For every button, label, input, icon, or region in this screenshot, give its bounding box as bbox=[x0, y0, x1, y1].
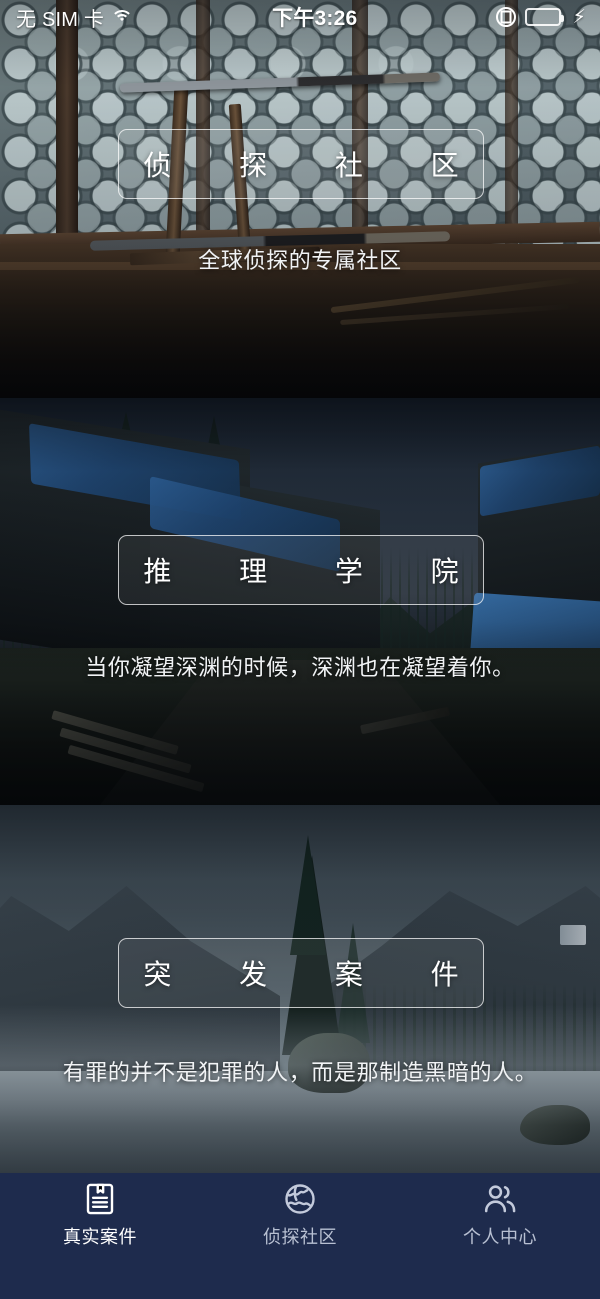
status-bar-right: ⚡ bbox=[496, 7, 600, 27]
book-document-icon bbox=[86, 1183, 114, 1215]
app-screen: 无 SIM 卡 下午3:26 ⚡ 侦 探 社 区 全球侦探的专属社区 推 理 学… bbox=[0, 0, 600, 1299]
tab-label: 个人中心 bbox=[463, 1227, 537, 1247]
globe-icon bbox=[285, 1184, 315, 1214]
battery-icon bbox=[525, 8, 565, 26]
hero-title: 侦 探 社 区 bbox=[143, 150, 489, 181]
bottom-tab-bar: 真实案件 侦探社区 个人中心 bbox=[0, 1173, 600, 1299]
carrier-label: 无 SIM 卡 bbox=[16, 8, 105, 31]
status-bar-center: 下午3:26 bbox=[133, 2, 496, 32]
section-caption: 有罪的并不是犯罪的人，而是那制造黑暗的人。 bbox=[62, 1060, 538, 1085]
charging-bolt-icon: ⚡ bbox=[572, 6, 586, 28]
hero-title: 突 发 案 件 bbox=[143, 959, 489, 990]
section-breaking-case[interactable]: 突 发 案 件 有罪的并不是犯罪的人，而是那制造黑暗的人。 bbox=[0, 805, 600, 1173]
background-japanese-room bbox=[0, 0, 600, 398]
section-reasoning-academy[interactable]: 推 理 学 院 当你凝望深渊的时候，深渊也在凝望着你。 bbox=[0, 398, 600, 805]
status-bar: 无 SIM 卡 下午3:26 ⚡ bbox=[0, 0, 600, 34]
users-icon bbox=[484, 1185, 516, 1213]
section-detective-community[interactable]: 侦 探 社 区 全球侦探的专属社区 bbox=[0, 0, 600, 398]
tab-label: 侦探社区 bbox=[263, 1227, 337, 1247]
tab-real-cases[interactable]: 真实案件 bbox=[0, 1173, 200, 1253]
hero-card-breaking-case[interactable]: 突 发 案 件 bbox=[118, 938, 484, 1008]
wifi-icon bbox=[111, 9, 134, 26]
tab-profile[interactable]: 个人中心 bbox=[400, 1173, 600, 1253]
hero-card-reasoning-academy[interactable]: 推 理 学 院 bbox=[118, 535, 484, 605]
hero-title: 推 理 学 院 bbox=[143, 556, 489, 587]
status-bar-left: 无 SIM 卡 bbox=[0, 3, 134, 32]
rotation-lock-icon bbox=[496, 7, 517, 27]
hero-card-detective-community[interactable]: 侦 探 社 区 bbox=[118, 129, 484, 199]
tab-label: 真实案件 bbox=[63, 1227, 137, 1247]
section-caption: 当你凝望深渊的时候，深渊也在凝望着你。 bbox=[85, 655, 515, 680]
section-caption: 全球侦探的专属社区 bbox=[198, 248, 402, 273]
tab-detective-community[interactable]: 侦探社区 bbox=[200, 1173, 400, 1253]
clock-label: 下午3:26 bbox=[272, 7, 358, 30]
